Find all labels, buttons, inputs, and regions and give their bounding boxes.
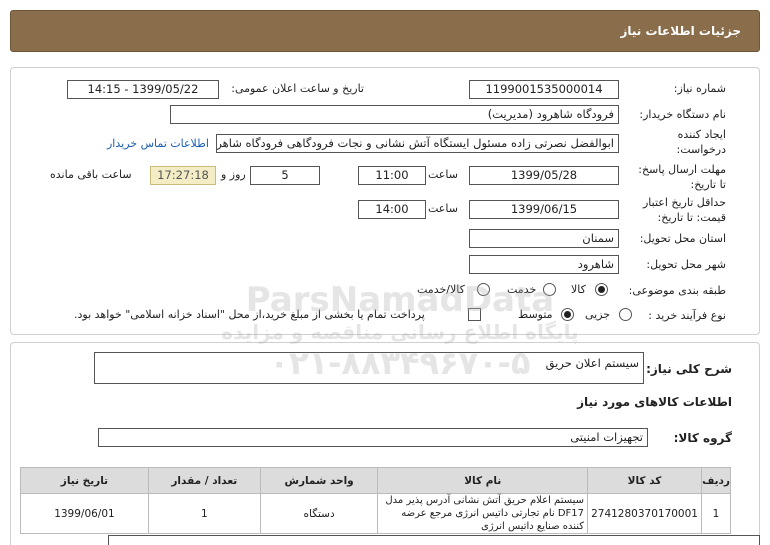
city-field[interactable]: شاهرود [469, 255, 619, 274]
cell-date: 1399/06/01 [20, 493, 149, 534]
description-field[interactable]: سیستم اعلان حریق [94, 352, 644, 384]
category-service-label: خدمت [507, 283, 537, 296]
announce-label: تاریخ و ساعت اعلان عمومی: [231, 82, 364, 95]
days-field[interactable]: 5 [250, 166, 320, 185]
deadline-date-field[interactable]: 1399/05/28 [469, 166, 619, 185]
col-date: تاریخ نیاز [20, 467, 149, 494]
page-title: جزئیات اطلاعات نیاز [620, 24, 741, 38]
city-label: شهر محل تحویل: [646, 258, 726, 271]
goods-info-title: اطلاعات کالاهای مورد نیاز [577, 395, 732, 409]
buyer-label: نام دستگاه خریدار: [639, 108, 726, 121]
deadline-label-2: تا تاریخ: [690, 178, 726, 191]
deadline-label-1: مهلت ارسال پاسخ: [638, 163, 726, 176]
col-code: کد کالا [587, 467, 703, 494]
treasury-payment-checkbox[interactable] [468, 308, 481, 321]
validity-date-field[interactable]: 1399/06/15 [469, 200, 619, 219]
page-header: جزئیات اطلاعات نیاز [10, 10, 760, 52]
description-label: شرح کلی نیاز: [646, 362, 732, 376]
col-name: نام کالا [377, 467, 589, 494]
cell-name: سیستم اعلام حریق آتش نشانی آدرس پذیر مدل… [377, 493, 589, 534]
days-label: روز و [221, 168, 246, 181]
goods-table: ردیف کد کالا نام کالا واحد شمارش تعداد /… [20, 467, 731, 534]
col-qty: تعداد / مقدار [147, 467, 261, 494]
cell-qty: 1 [147, 493, 261, 534]
province-field[interactable]: سمنان [469, 229, 619, 248]
col-row: ردیف [701, 467, 731, 494]
category-both-label: کالا/خدمت [417, 283, 465, 296]
next-section-box [108, 535, 760, 545]
creator-label-2: درخواست: [676, 143, 726, 156]
col-unit: واحد شمارش [259, 467, 379, 494]
validity-label-1: حداقل تاریخ اعتبار [642, 196, 726, 209]
deadline-time-field[interactable]: 11:00 [358, 166, 426, 185]
cell-unit: دستگاه [259, 493, 379, 534]
deadline-time-label: ساعت [428, 168, 458, 181]
need-number-field[interactable]: 1199001535000014 [469, 80, 619, 99]
process-medium-radio[interactable] [561, 308, 574, 321]
table-row[interactable]: 1 2741280370170001 سیستم اعلام حریق آتش … [20, 493, 731, 534]
goods-group-label: گروه کالا: [673, 431, 732, 445]
table-header-row: ردیف کد کالا نام کالا واحد شمارش تعداد /… [20, 467, 731, 494]
category-service-radio[interactable] [543, 283, 556, 296]
announce-field[interactable]: 1399/05/22 - 14:15 [67, 80, 219, 99]
buyer-contact-link[interactable]: اطلاعات تماس خریدار [107, 137, 209, 150]
creator-field[interactable]: ابوالفضل نصرتی زاده مسئول ایستگاه آتش نش… [216, 134, 619, 153]
cell-row: 1 [701, 493, 731, 534]
category-goods-radio[interactable] [595, 283, 608, 296]
process-label: نوع فرآیند خرید : [648, 309, 726, 322]
buyer-field[interactable]: فرودگاه شاهرود (مدیریت) [170, 105, 619, 124]
validity-time-label: ساعت [428, 202, 458, 215]
process-minor-radio[interactable] [619, 308, 632, 321]
validity-time-field[interactable]: 14:00 [358, 200, 426, 219]
remaining-label: ساعت باقی مانده [50, 168, 132, 181]
need-number-label: شماره نیاز: [673, 82, 726, 95]
validity-label-2: قیمت: تا تاریخ: [657, 211, 726, 224]
category-both-radio[interactable] [477, 283, 490, 296]
goods-group-field[interactable]: تجهیزات امنیتی [98, 428, 648, 447]
category-label: طبقه بندی موضوعی: [628, 284, 726, 297]
remaining-time-field: 17:27:18 [150, 166, 216, 185]
treasury-payment-note: پرداخت تمام یا بخشی از مبلغ خرید،از محل … [74, 308, 425, 321]
cell-code: 2741280370170001 [587, 493, 703, 534]
process-medium-label: متوسط [518, 308, 553, 321]
category-goods-label: کالا [571, 283, 586, 296]
province-label: استان محل تحویل: [639, 232, 726, 245]
creator-label-1: ایجاد کننده [677, 128, 726, 141]
process-minor-label: جزیی [585, 308, 611, 321]
